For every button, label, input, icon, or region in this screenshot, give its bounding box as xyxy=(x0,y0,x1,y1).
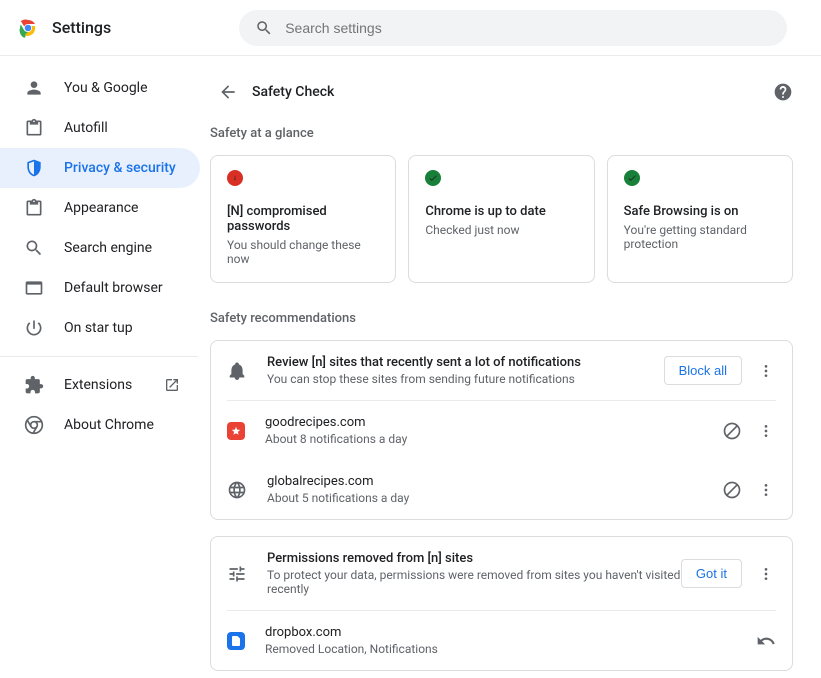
main-content: Safety Check Safety at a glance [N] comp… xyxy=(210,56,821,678)
shield-icon xyxy=(24,158,44,178)
card-compromised-passwords[interactable]: [N] compromised passwords You should cha… xyxy=(210,155,396,283)
search-engine-icon xyxy=(24,238,44,258)
tune-icon xyxy=(227,564,247,584)
card-safe-browsing[interactable]: Safe Browsing is on You're getting stand… xyxy=(607,155,793,283)
card-subtitle: You're getting standard protection xyxy=(624,223,776,251)
block-site-button[interactable] xyxy=(722,421,742,441)
sidebar-separator xyxy=(0,356,198,357)
sidebar-item-search-engine[interactable]: Search engine xyxy=(0,228,200,268)
notifications-header-row: Review [n] sites that recently sent a lo… xyxy=(211,341,792,400)
site-favicon-icon xyxy=(227,422,245,440)
help-button[interactable] xyxy=(773,82,793,102)
appearance-icon xyxy=(24,198,44,218)
clipboard-icon xyxy=(24,118,44,138)
card-subtitle: You should change these now xyxy=(227,238,379,266)
sidebar-label: Privacy & security xyxy=(64,160,180,176)
sidebar-item-you-and-google[interactable]: You & Google xyxy=(0,68,200,108)
sidebar-item-default-browser[interactable]: Default browser xyxy=(0,268,200,308)
app-title: Settings xyxy=(52,18,111,37)
globe-icon xyxy=(227,480,247,500)
row-subtitle: You can stop these sites from sending fu… xyxy=(267,372,664,386)
search-box[interactable] xyxy=(239,10,787,46)
person-icon xyxy=(24,78,44,98)
undo-button[interactable] xyxy=(756,631,776,651)
sidebar-label: You & Google xyxy=(64,80,180,96)
permissions-panel: Permissions removed from [n] sites To pr… xyxy=(210,536,793,671)
browser-icon xyxy=(24,278,44,298)
site-subtitle: About 5 notifications a day xyxy=(267,491,708,505)
sidebar-label: About Chrome xyxy=(64,417,180,433)
sidebar-label: Appearance xyxy=(64,200,180,216)
row-subtitle: To protect your data, permissions were r… xyxy=(267,568,681,596)
site-name: goodrecipes.com xyxy=(265,415,708,430)
site-name: globalrecipes.com xyxy=(267,474,708,489)
site-subtitle: About 8 notifications a day xyxy=(265,432,708,446)
sidebar-item-privacy-security[interactable]: Privacy & security xyxy=(0,148,200,188)
sidebar-item-appearance[interactable]: Appearance xyxy=(0,188,200,228)
more-menu-button[interactable] xyxy=(756,564,776,584)
page-header: Safety Check xyxy=(210,72,793,112)
block-all-button[interactable]: Block all xyxy=(664,356,742,385)
alert-icon xyxy=(227,170,243,186)
sidebar-item-extensions[interactable]: Extensions xyxy=(0,365,200,405)
block-site-button[interactable] xyxy=(722,480,742,500)
section-title-recommendations: Safety recommendations xyxy=(210,311,793,326)
search-input[interactable] xyxy=(285,20,771,36)
bell-icon xyxy=(227,361,247,381)
sidebar-item-about-chrome[interactable]: About Chrome xyxy=(0,405,200,445)
sidebar-item-autofill[interactable]: Autofill xyxy=(0,108,200,148)
check-icon xyxy=(624,170,640,186)
extension-icon xyxy=(24,375,44,395)
chrome-logo-icon xyxy=(16,16,40,40)
sidebar-label: Autofill xyxy=(64,120,180,136)
back-button[interactable] xyxy=(210,74,246,110)
open-external-icon xyxy=(164,377,180,393)
site-row: dropbox.com Removed Location, Notificati… xyxy=(211,611,792,670)
card-subtitle: Checked just now xyxy=(425,223,577,237)
card-chrome-up-to-date[interactable]: Chrome is up to date Checked just now xyxy=(408,155,594,283)
sidebar-item-on-startup[interactable]: On star tup xyxy=(0,308,200,348)
sidebar-label: Default browser xyxy=(64,280,180,296)
app-header: Settings xyxy=(0,0,821,56)
notifications-panel: Review [n] sites that recently sent a lo… xyxy=(210,340,793,520)
search-icon xyxy=(255,19,273,37)
more-menu-button[interactable] xyxy=(756,421,776,441)
glance-cards: [N] compromised passwords You should cha… xyxy=(210,155,793,283)
sidebar-label: On star tup xyxy=(64,320,180,336)
row-title: Review [n] sites that recently sent a lo… xyxy=(267,355,664,370)
chrome-icon xyxy=(24,415,44,435)
got-it-button[interactable]: Got it xyxy=(681,559,742,588)
more-menu-button[interactable] xyxy=(756,361,776,381)
page-title: Safety Check xyxy=(252,84,773,100)
section-title-glance: Safety at a glance xyxy=(210,126,793,141)
card-title: Safe Browsing is on xyxy=(624,204,776,219)
site-row: goodrecipes.com About 8 notifications a … xyxy=(211,401,792,460)
more-menu-button[interactable] xyxy=(756,480,776,500)
site-subtitle: Removed Location, Notifications xyxy=(265,642,742,656)
card-title: [N] compromised passwords xyxy=(227,204,379,234)
row-title: Permissions removed from [n] sites xyxy=(267,551,681,566)
permissions-header-row: Permissions removed from [n] sites To pr… xyxy=(211,537,792,610)
sidebar: You & Google Autofill Privacy & security… xyxy=(0,56,210,678)
site-row: globalrecipes.com About 5 notifications … xyxy=(211,460,792,519)
power-icon xyxy=(24,318,44,338)
sidebar-label: Extensions xyxy=(64,377,164,393)
site-name: dropbox.com xyxy=(265,625,742,640)
card-title: Chrome is up to date xyxy=(425,204,577,219)
sidebar-label: Search engine xyxy=(64,240,180,256)
site-favicon-icon xyxy=(227,632,245,650)
check-icon xyxy=(425,170,441,186)
